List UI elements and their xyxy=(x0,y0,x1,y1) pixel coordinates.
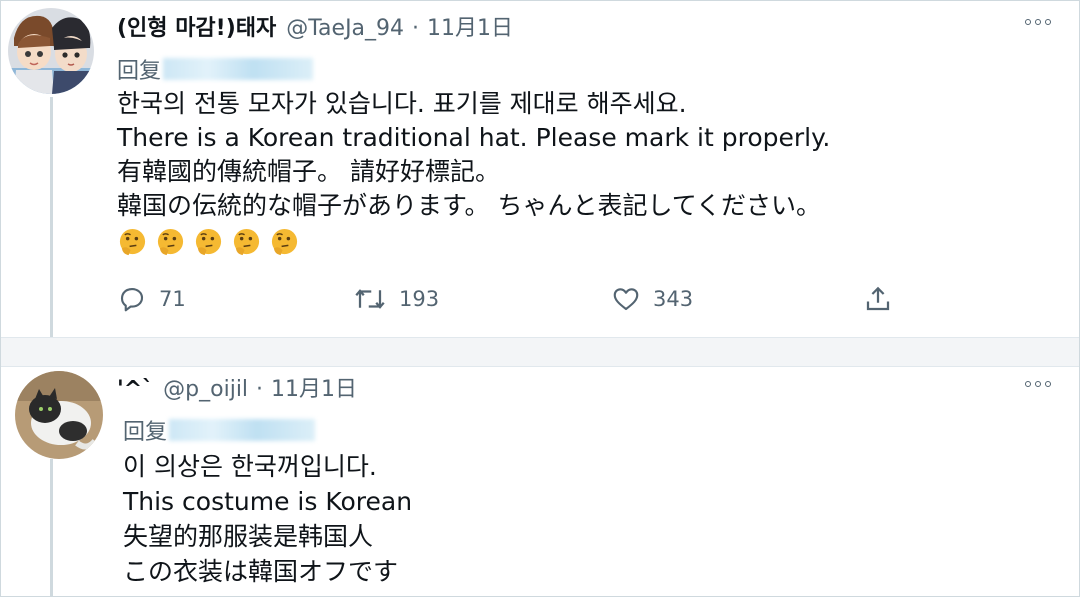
heart-icon xyxy=(613,288,639,311)
user-handle[interactable]: @p_oijil xyxy=(163,377,248,402)
emoji-row xyxy=(117,227,830,258)
tweet-text: 이 의상은 한국꺼입니다. This costume is Korean 失望的… xyxy=(123,449,412,589)
reply-count: 71 xyxy=(159,287,186,311)
tweet-line: この衣装は韓国オフです xyxy=(123,557,399,586)
tweet-line: There is a Korean traditional hat. Pleas… xyxy=(117,123,831,152)
tweet-line: This costume is Korean xyxy=(123,487,413,516)
tweet-text: 한국의 전통 모자가 있습니다. 표기를 제대로 해주세요. There is … xyxy=(117,87,830,258)
thread-line xyxy=(50,459,53,596)
display-name[interactable]: (인형 마감!)태자 xyxy=(117,10,276,42)
avatar[interactable] xyxy=(8,8,94,94)
avatar-image xyxy=(15,371,103,459)
thinking-face-icon xyxy=(233,228,260,256)
tweet-line: 失望的那服装是韩国人 xyxy=(123,522,374,551)
tweet-thread: (인형 마감!)태자 @TaeJa_94 · 11月1日 回复 한국의 전통 모… xyxy=(0,0,1080,597)
retweet-button[interactable]: 193 xyxy=(353,284,439,314)
redacted-mention xyxy=(169,419,316,441)
thinking-face-icon xyxy=(119,228,146,256)
reply-label: 回复 xyxy=(117,59,162,84)
redacted-mention xyxy=(163,58,314,80)
thinking-face-icon xyxy=(271,228,298,256)
retweet-icon xyxy=(355,289,385,309)
replying-to: 回复 xyxy=(123,414,316,446)
display-name[interactable]: '^` xyxy=(117,377,153,402)
tweet-header: '^` @p_oijil · 11月1日 xyxy=(117,371,357,403)
tweet[interactable]: (인형 마감!)태자 @TaeJa_94 · 11月1日 回复 한국의 전통 모… xyxy=(1,1,1079,337)
retweet-count: 193 xyxy=(399,287,440,311)
tweet-date[interactable]: 11月1日 xyxy=(271,371,357,403)
tweet-line: 韓国の伝統的な帽子があります。 ちゃんと表記してください。 xyxy=(117,191,821,220)
avatar-image xyxy=(8,8,94,94)
avatar[interactable] xyxy=(15,371,103,459)
thinking-face-icon xyxy=(157,228,184,256)
tweet-line: 이 의상은 한국꺼입니다. xyxy=(123,452,377,481)
tweet[interactable]: '^` @p_oijil · 11月1日 回复 이 의상은 한국꺼입니다. Th… xyxy=(1,367,1079,596)
tweet-line: 한국의 전통 모자가 있습니다. 표기를 제대로 해주세요. xyxy=(117,89,687,118)
thinking-face-icon xyxy=(195,228,222,256)
user-handle[interactable]: @TaeJa_94 xyxy=(286,16,404,41)
reply-label: 回复 xyxy=(123,420,168,445)
share-icon xyxy=(866,286,890,311)
thread-line xyxy=(50,97,53,337)
like-count: 343 xyxy=(653,287,694,311)
share-button[interactable] xyxy=(863,284,893,314)
more-options-icon[interactable] xyxy=(1025,381,1051,387)
reply-button[interactable]: 71 xyxy=(117,284,186,314)
tweet-header: (인형 마감!)태자 @TaeJa_94 · 11月1日 xyxy=(117,10,513,42)
separator-dot: · xyxy=(412,16,420,41)
tweet-actions: 71 193 343 xyxy=(117,284,897,316)
more-options-icon[interactable] xyxy=(1025,19,1051,25)
replying-to: 回复 xyxy=(117,53,314,85)
like-button[interactable]: 343 xyxy=(611,284,693,314)
tweet-date[interactable]: 11月1日 xyxy=(427,10,513,42)
tweet-line: 有韓國的傳統帽子。 請好好標記。 xyxy=(117,157,500,186)
reply-icon xyxy=(120,287,144,312)
thread-separator xyxy=(1,337,1079,367)
separator-dot: · xyxy=(256,377,264,402)
